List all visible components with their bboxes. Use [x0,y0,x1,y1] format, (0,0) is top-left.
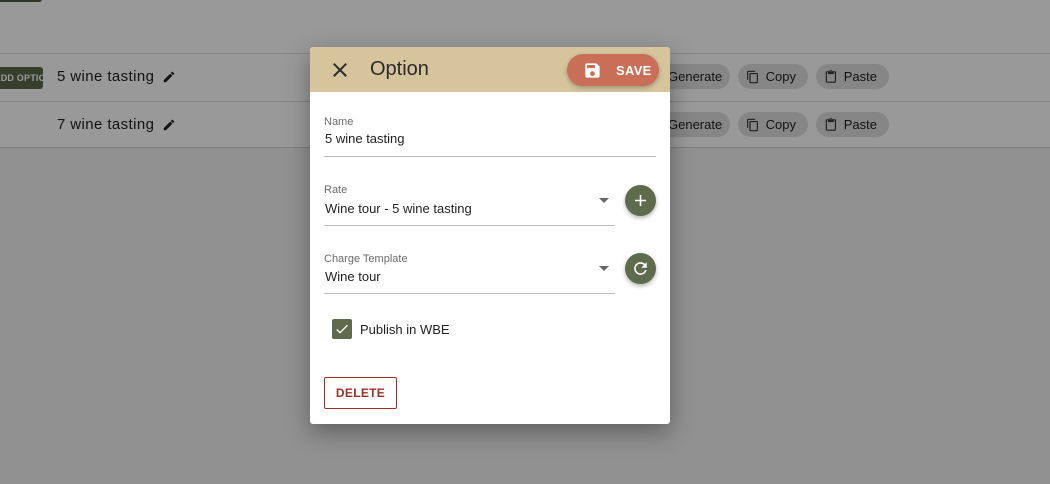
name-label: Name [324,116,354,128]
charge-template-value[interactable]: Wine tour [325,269,381,284]
dialog-header: Option SAVE [310,47,670,92]
save-button[interactable]: SAVE [567,54,659,86]
charge-template-label: Charge Template [324,253,408,265]
add-icon [634,194,647,207]
rate-label: Rate [324,184,348,196]
check-icon [336,324,348,334]
refresh-icon [634,262,647,275]
refresh-template-button[interactable] [625,253,656,284]
dropdown-arrow-icon[interactable] [599,266,609,271]
dropdown-arrow-icon[interactable] [599,198,609,203]
name-value[interactable]: 5 wine tasting [325,131,405,146]
close-icon[interactable] [328,58,352,82]
name-field[interactable]: Name 5 wine tasting [324,116,656,157]
publish-label: Publish in WBE [360,322,450,337]
charge-template-select[interactable]: Charge Template Wine tour [324,253,615,294]
dialog-title: Option [370,58,429,80]
save-label: SAVE [616,62,652,78]
rate-value[interactable]: Wine tour - 5 wine tasting [325,201,472,216]
option-dialog: Option SAVE Name 5 wine tasting Rate Win… [310,47,670,424]
rate-select[interactable]: Rate Wine tour - 5 wine tasting [324,184,615,226]
publish-checkbox[interactable] [332,319,352,339]
add-rate-button[interactable] [625,185,656,216]
delete-button[interactable]: DELETE [324,377,397,409]
save-icon [585,62,600,78]
